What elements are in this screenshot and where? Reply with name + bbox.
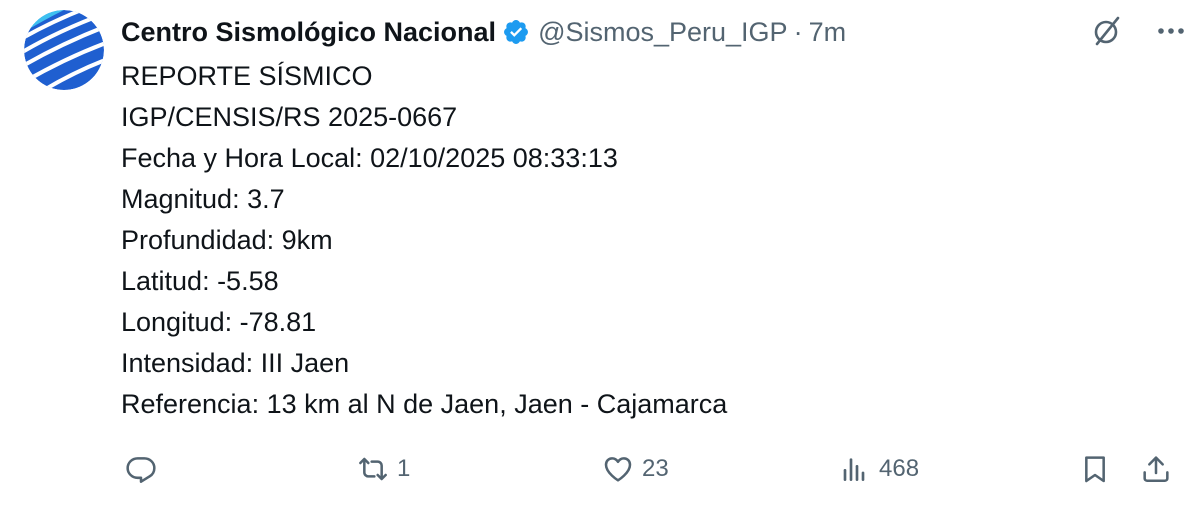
tweet-line: Longitud: -78.81 — [121, 307, 317, 337]
more-icon[interactable] — [1154, 14, 1188, 48]
grok-icon[interactable] — [1090, 14, 1124, 48]
tweet-line: IGP/CENSIS/RS 2025-0667 — [121, 102, 458, 132]
verified-badge-icon[interactable] — [502, 18, 530, 46]
repost-count: 1 — [397, 455, 411, 482]
action-bar: 1 23 468 — [125, 447, 1178, 491]
tweet-text: REPORTE SÍSMICO IGP/CENSIS/RS 2025-0667 … — [121, 56, 727, 425]
timestamp[interactable]: 7m — [809, 17, 847, 48]
tweet-line: Referencia: 13 km al N de Jaen, Jaen - C… — [121, 389, 728, 419]
view-count: 468 — [879, 455, 920, 482]
analytics-icon — [843, 458, 865, 481]
reply-icon — [126, 457, 156, 483]
views-button[interactable]: 468 — [839, 447, 919, 491]
share-button[interactable] — [1140, 447, 1172, 491]
tweet-line: Fecha y Hora Local: 02/10/2025 08:33:13 — [121, 143, 618, 173]
tweet-line: REPORTE SÍSMICO — [121, 61, 373, 91]
share-icon — [1143, 456, 1169, 482]
bookmark-icon — [1085, 456, 1105, 483]
author-name[interactable]: Centro Sismológico Nacional — [121, 17, 496, 48]
avatar[interactable] — [24, 10, 104, 90]
tweet-line: Intensidad: III Jaen — [121, 348, 350, 378]
reply-button[interactable] — [125, 447, 165, 491]
repost-icon — [359, 457, 387, 481]
repost-button[interactable]: 1 — [357, 447, 410, 491]
tweet-line: Magnitud: 3.7 — [121, 184, 285, 214]
bookmark-button[interactable] — [1079, 447, 1111, 491]
like-button[interactable]: 23 — [602, 447, 669, 491]
heart-icon — [604, 457, 632, 482]
author-handle[interactable]: @Sismos_Peru_IGP — [538, 17, 788, 48]
header-actions — [1090, 14, 1188, 48]
tweet-line: Latitud: -5.58 — [121, 266, 279, 296]
separator: · — [793, 16, 803, 47]
tweet-header: Centro Sismológico Nacional @Sismos_Peru… — [121, 10, 1180, 54]
like-count: 23 — [642, 455, 669, 482]
logo-icon — [24, 10, 104, 90]
tweet-line: Profundidad: 9km — [121, 225, 333, 255]
